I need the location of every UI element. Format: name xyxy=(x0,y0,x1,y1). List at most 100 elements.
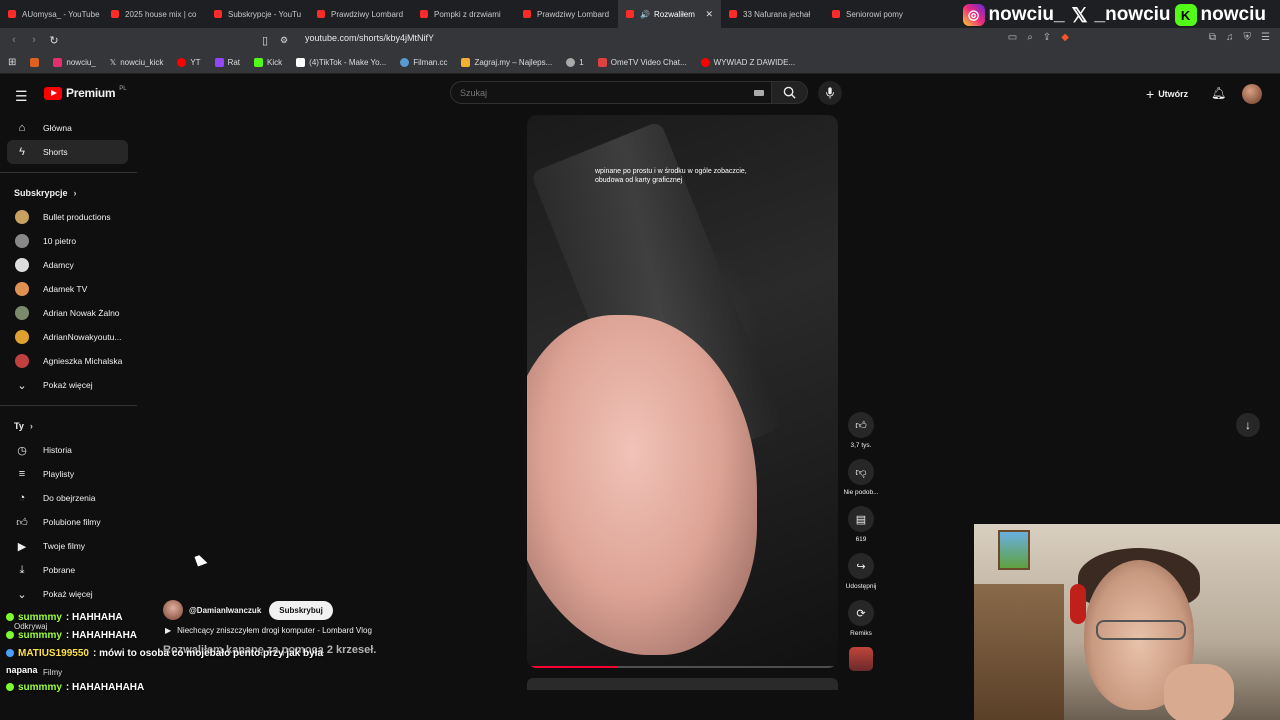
next-short-preview[interactable] xyxy=(527,678,838,690)
forward-icon[interactable]: › xyxy=(24,34,44,46)
chevron-right-icon: › xyxy=(73,188,77,198)
browser-toolbar-icons: ▭ ⌕ ⇪ ◆ ⧉ ♫ ⛨ ☰ xyxy=(1008,32,1270,43)
browser-tab[interactable]: AUomysa_ - YouTube xyxy=(0,0,103,28)
like-icon: 👍︎ xyxy=(16,516,28,529)
zoom-icon[interactable]: ⌕ xyxy=(1027,32,1033,43)
sidebar-item-shorts[interactable]: ϟ Shorts xyxy=(7,140,128,164)
bookmark-item[interactable]: Filman.cc xyxy=(400,58,447,67)
browser-tab[interactable]: Pompki z drzwiami xyxy=(412,0,515,28)
you-header[interactable]: Ty › xyxy=(0,414,138,438)
menu-icon[interactable]: ☰ xyxy=(1261,32,1270,43)
channel-avatar xyxy=(15,282,29,296)
browser-tab[interactable]: Prawdziwy Lombard xyxy=(515,0,618,28)
like-button[interactable]: 👍︎ 3,7 tys. xyxy=(843,412,879,449)
stream-chat-overlay: summmy: HAHHAHA summmy: HAHAHHAHA MATIUS… xyxy=(6,608,323,696)
bookmark-item[interactable] xyxy=(30,58,40,67)
bookmark-item[interactable]: Kick xyxy=(254,58,282,67)
browser-tab[interactable]: Subskrypcje - YouTu xyxy=(206,0,309,28)
close-tab-icon[interactable]: ✕ xyxy=(705,9,713,20)
bookmark-item[interactable]: Zagraj.my – Najleps... xyxy=(461,58,552,67)
sidebar-subscription[interactable]: AdrianNowakyoutu... xyxy=(0,325,130,349)
sidebar-item-playlists[interactable]: ≡ Playlisty xyxy=(0,462,130,486)
bookmark-item[interactable]: OmeTV Video Chat... xyxy=(597,58,687,67)
thumbs-down-icon: 👎︎ xyxy=(848,459,874,485)
channel-avatar xyxy=(15,210,29,224)
video-progress-bar[interactable] xyxy=(527,666,838,668)
bookmark-item[interactable]: 𝕏nowciu_kick xyxy=(110,58,164,67)
sidebar-item-watch-later[interactable]: ◔ Do obejrzenia xyxy=(0,486,130,510)
youtube-play-icon xyxy=(44,86,62,100)
youtube-favicon-icon xyxy=(420,10,428,18)
menu-icon[interactable]: ☰ xyxy=(15,88,28,105)
bookmark-item[interactable]: (4)TikTok - Make Yo... xyxy=(296,58,386,67)
chevron-right-icon: › xyxy=(29,421,33,431)
globe-icon xyxy=(566,58,576,67)
share-icon[interactable]: ⇪ xyxy=(1043,32,1051,43)
sidebar-subscription[interactable]: Bullet productions xyxy=(0,205,130,229)
site-info-icon[interactable]: ⚙ xyxy=(280,35,288,46)
youtube-favicon-icon xyxy=(626,10,634,18)
back-icon[interactable]: ‹ xyxy=(4,34,24,46)
next-short-button[interactable]: ↓ xyxy=(1236,413,1260,437)
search-button[interactable] xyxy=(772,81,808,104)
youtube-favicon-icon xyxy=(214,10,222,18)
bookmark-icon[interactable]: ▯ xyxy=(255,34,275,47)
keyboard-icon[interactable] xyxy=(754,90,764,96)
reload-icon[interactable]: ↻ xyxy=(44,34,64,47)
media-icon[interactable]: ♫ xyxy=(1226,32,1234,43)
sidebar-subscription[interactable]: Adamcy xyxy=(0,253,130,277)
sidebar-item-home[interactable]: ⌂ Główna xyxy=(0,116,130,140)
sidebar-item-downloads[interactable]: ⤓ Pobrane xyxy=(0,558,130,582)
youtube-favicon-icon xyxy=(832,10,840,18)
share-button[interactable]: ↪ Udostępnij xyxy=(843,553,879,590)
plus-icon: + xyxy=(1146,86,1155,102)
notifications-bell-icon[interactable]: 🔔︎ xyxy=(1211,86,1226,100)
sound-thumbnail[interactable] xyxy=(849,647,873,671)
brave-shield-icon[interactable]: ◆ xyxy=(1061,32,1069,43)
create-button[interactable]: + Utwórz xyxy=(1146,86,1188,102)
sidebar-item-history[interactable]: ◷ Historia xyxy=(0,438,130,462)
browser-tab-active[interactable]: 🔊 Rozwaliłem ✕ xyxy=(618,0,721,28)
bookmark-item[interactable]: Rat xyxy=(214,58,240,67)
account-avatar[interactable] xyxy=(1242,84,1262,104)
instagram-icon: ◎ xyxy=(962,4,985,26)
remix-button[interactable]: ⟳ Remiks xyxy=(843,600,879,637)
zagraj-icon xyxy=(461,58,471,67)
subscriptions-header[interactable]: Subskrypcje › xyxy=(0,181,138,205)
shorts-video-player[interactable]: wpinane po prostu i w środku w ogóle zob… xyxy=(527,115,838,668)
cast-icon[interactable]: ▭ xyxy=(1008,32,1017,43)
extensions-icon[interactable]: ⧉ xyxy=(1209,32,1216,43)
bookmark-item[interactable]: nowciu_ xyxy=(53,58,96,67)
apps-icon[interactable]: ⊞ xyxy=(8,57,16,68)
shield-icon[interactable]: ⛨ xyxy=(1244,32,1252,43)
sidebar-item-liked[interactable]: 👍︎ Polubione filmy xyxy=(0,510,130,534)
bookmark-item[interactable]: YT xyxy=(177,58,201,67)
dislike-button[interactable]: 👎︎ Nie podob... xyxy=(843,459,879,496)
browser-tab[interactable]: 2025 house mix | co xyxy=(103,0,206,28)
bookmark-item[interactable]: 1 xyxy=(566,58,584,67)
channel-avatar xyxy=(15,234,29,248)
browser-tab[interactable]: Seniorowi pomy xyxy=(824,0,927,28)
youtube-logo[interactable]: Premium PL xyxy=(44,86,127,100)
search-input[interactable] xyxy=(451,82,741,103)
voice-search-button[interactable] xyxy=(818,81,842,105)
bookmark-item[interactable]: WYWIAD Z DAWIDE... xyxy=(700,58,795,67)
browser-tab[interactable]: 33 Nafurana jechał xyxy=(721,0,824,28)
remix-icon: ⟳ xyxy=(848,600,874,626)
url-field[interactable]: youtube.com/shorts/kby4jMtNifY xyxy=(305,33,434,43)
microphone-icon xyxy=(826,87,834,99)
youtube-favicon-icon xyxy=(523,10,531,18)
chat-badge-icon xyxy=(6,613,14,621)
comments-button[interactable]: ▤ 619 xyxy=(843,506,879,543)
shorts-icon: ϟ xyxy=(19,146,25,158)
sidebar-subscription[interactable]: 10 pietro xyxy=(0,229,130,253)
show-more-subscriptions[interactable]: ⌄ Pokaż więcej xyxy=(0,373,130,397)
sidebar-item-your-videos[interactable]: ▶ Twoje filmy xyxy=(0,534,130,558)
sidebar-subscription[interactable]: Adamek TV xyxy=(0,277,130,301)
sidebar-subscription[interactable]: Adrian Nowak Żalno xyxy=(0,301,130,325)
sidebar-subscription[interactable]: Agnieszka Michalska xyxy=(0,349,130,373)
webcam-overlay xyxy=(974,524,1280,720)
arrow-down-icon: ↓ xyxy=(1245,418,1251,432)
browser-tab[interactable]: Prawdziwy Lombard xyxy=(309,0,412,28)
show-more-you[interactable]: ⌄ Pokaż więcej xyxy=(0,582,130,606)
